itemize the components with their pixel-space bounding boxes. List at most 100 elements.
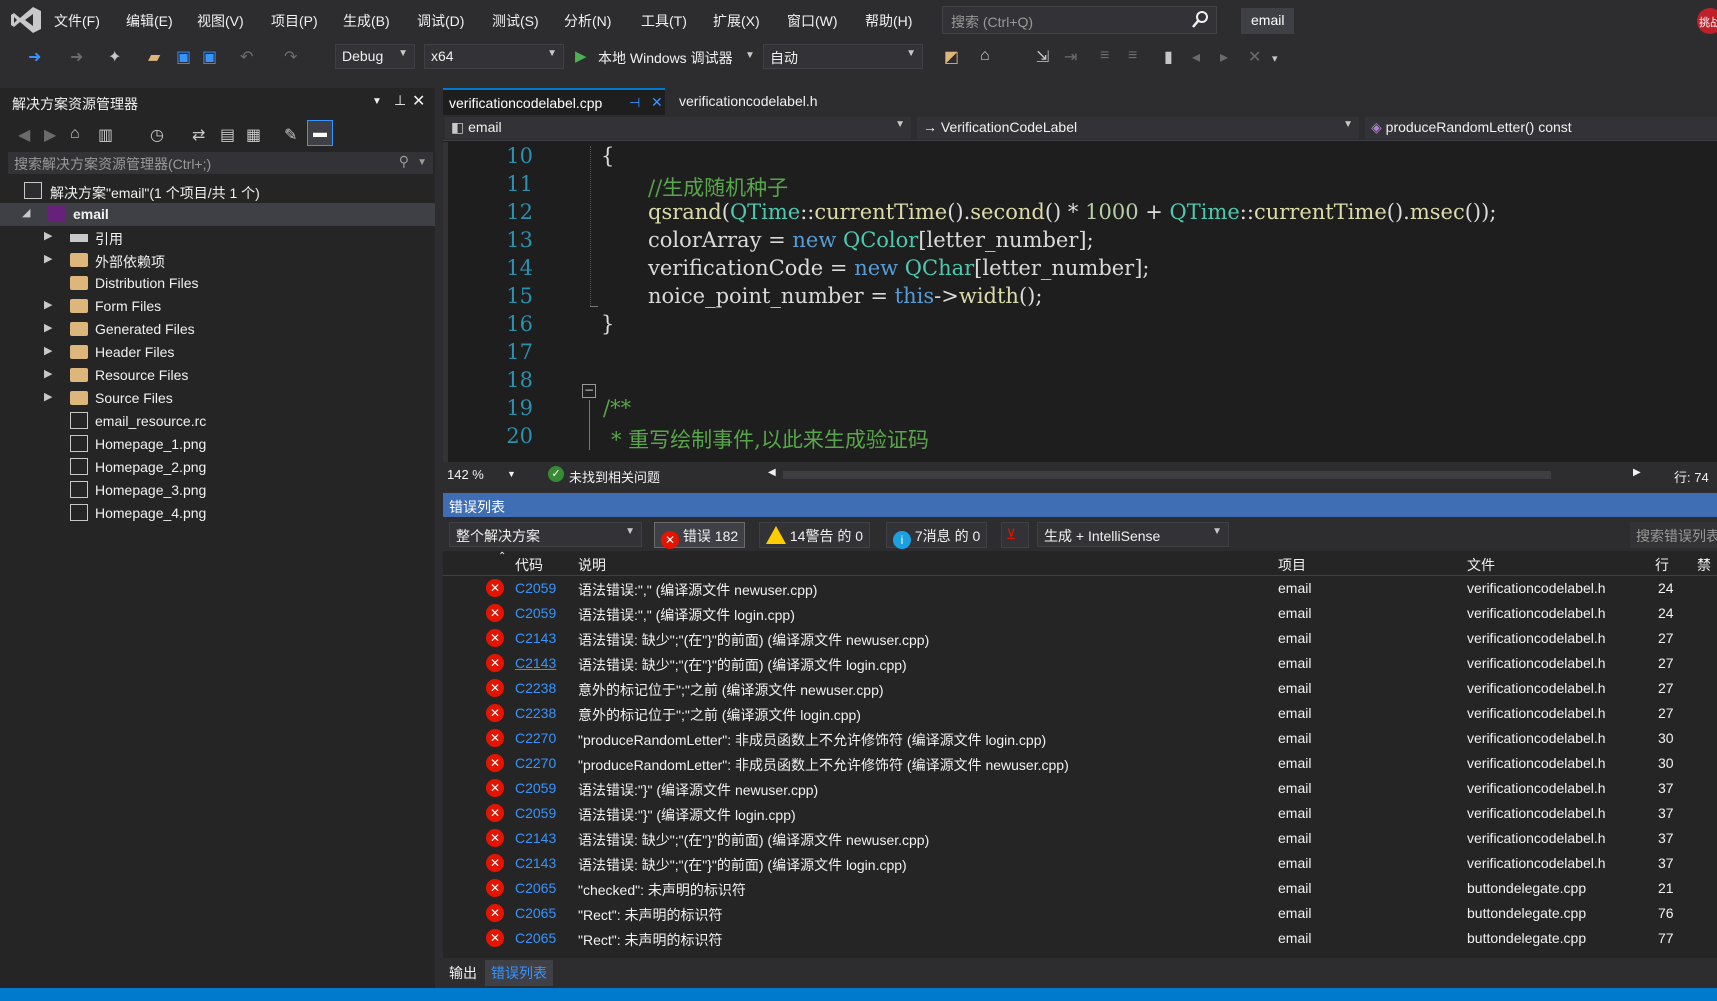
error-code-link[interactable]: C2270 <box>515 730 556 746</box>
clear-bookmarks-icon[interactable]: ✕ <box>1248 47 1261 67</box>
build-filter-select[interactable]: 生成 + IntelliSense ▼ <box>1037 522 1229 547</box>
save-icon[interactable]: ▣ <box>176 47 191 67</box>
menu-file[interactable]: 文件(F) <box>54 11 100 31</box>
uncomment-icon[interactable]: ≡ <box>1128 47 1137 65</box>
collapsed-arrow-icon[interactable]: ▶ <box>44 321 52 334</box>
solution-explorer-search-input[interactable]: 搜索解决方案资源管理器(Ctrl+;) ⚲ ▼ <box>8 152 433 174</box>
menu-help[interactable]: 帮助(H) <box>865 11 912 31</box>
switch-views-icon[interactable]: ▥ <box>98 125 113 145</box>
scroll-right-icon[interactable]: ▶ <box>1633 467 1641 478</box>
table-row[interactable]: ✕ C2143 语法错误: 缺少";"(在"}"的前面) (编译源文件 newuse… <box>443 626 1717 651</box>
error-code-link[interactable]: C2059 <box>515 580 556 596</box>
home-icon[interactable]: ⌂ <box>70 125 80 143</box>
scroll-left-icon[interactable]: ◀ <box>768 467 776 478</box>
step-into-icon[interactable]: ⇲ <box>1036 47 1049 67</box>
menu-extensions[interactable]: 扩展(X) <box>713 11 760 31</box>
table-row[interactable]: ✕ C2270 "produceRandomLetter": 非成员函数上不允许修饰… <box>443 726 1717 751</box>
back-icon[interactable]: ➜ <box>28 47 41 67</box>
nav-member-select[interactable]: ◈ produceRandomLetter() const <box>1365 117 1717 139</box>
table-row[interactable]: ✕ C2143 语法错误: 缺少";"(在"}"的前面) (编译源文件 login.… <box>443 651 1717 676</box>
table-row[interactable]: ✕ C2065 "checked": 未声明的标识符 email buttondeleg… <box>443 876 1717 901</box>
tree-item-folder[interactable]: ▶ Header Files <box>0 341 435 364</box>
quick-search-input[interactable]: 搜索 (Ctrl+Q) <box>942 6 1217 34</box>
warnings-filter-toggle[interactable]: 14警告 的 0 <box>759 522 871 548</box>
error-code-link[interactable]: C2143 <box>515 630 556 646</box>
error-code-link[interactable]: C2059 <box>515 805 556 821</box>
tree-item-folder[interactable]: ▶ Generated Files <box>0 318 435 341</box>
save-all-icon[interactable]: ▣ <box>202 47 217 67</box>
collapsed-arrow-icon[interactable]: ▶ <box>44 252 52 265</box>
close-icon[interactable]: ✕ <box>651 94 663 111</box>
collapsed-arrow-icon[interactable]: ▶ <box>44 344 52 357</box>
toolbar-overflow-icon[interactable]: ▾ <box>1272 52 1278 65</box>
code-area[interactable]: 10 11 12 13 14 15 16 17 18 19 20 − { //生… <box>443 142 1717 462</box>
tab-output[interactable]: 输出 <box>449 963 477 983</box>
menu-project[interactable]: 项目(P) <box>271 11 318 31</box>
collapsed-arrow-icon[interactable]: ▶ <box>44 229 52 242</box>
error-code-link[interactable]: C2065 <box>515 905 556 921</box>
debugger-mode-select[interactable]: 自动 ▼ <box>763 44 923 69</box>
column-header-file[interactable]: 文件 <box>1467 555 1495 575</box>
tab-verificationcodelabel-cpp[interactable]: verificationcodelabel.cpp ⊣ ✕ <box>443 88 665 115</box>
menu-debug[interactable]: 调试(D) <box>417 11 464 31</box>
zoom-level[interactable]: 142 % <box>447 467 484 482</box>
column-header-project[interactable]: 项目 <box>1278 555 1306 575</box>
column-header-code[interactable]: 代码 <box>515 555 543 575</box>
chevron-down-icon[interactable]: ▼ <box>745 50 755 61</box>
expanded-arrow-icon[interactable]: ◢ <box>22 206 30 219</box>
bookmark-icon[interactable]: ▮ <box>1164 47 1173 67</box>
find-in-files-icon[interactable]: ◩ <box>944 47 959 67</box>
tree-item-file[interactable]: Homepage_2.png <box>0 456 435 479</box>
sort-icon[interactable]: ⌃ <box>498 551 506 562</box>
horizontal-scrollbar[interactable] <box>783 471 1551 479</box>
collapsed-arrow-icon[interactable]: ▶ <box>44 390 52 403</box>
tree-item-file[interactable]: email_resource.rc <box>0 410 435 433</box>
table-row[interactable]: ✕ C2238 意外的标记位于";"之前 (编译源文件 newuser.cpp) em… <box>443 676 1717 701</box>
browser-home-icon[interactable]: ⌂ <box>980 47 990 65</box>
tree-item-folder[interactable]: ▶ Source Files <box>0 387 435 410</box>
column-header-line[interactable]: 行 <box>1655 555 1669 575</box>
new-project-icon[interactable]: ✦ <box>108 47 121 67</box>
forward-icon[interactable]: ▶ <box>44 125 56 145</box>
close-icon[interactable]: ✕ <box>412 91 425 111</box>
collapse-all-icon[interactable]: ▤ <box>220 125 235 145</box>
error-code-link[interactable]: C2065 <box>515 930 556 946</box>
error-code-link[interactable]: C2143 <box>515 830 556 846</box>
preview-selected-icon[interactable]: ▬ <box>307 120 333 146</box>
undo-icon[interactable]: ↶ <box>240 47 253 67</box>
show-all-files-icon[interactable]: ▦ <box>246 125 261 145</box>
issues-status[interactable]: 未找到相关问题 <box>569 467 660 486</box>
tree-item-file[interactable]: Homepage_3.png <box>0 479 435 502</box>
tab-verificationcodelabel-h[interactable]: verificationcodelabel.h <box>673 88 824 115</box>
errors-filter-toggle[interactable]: ✕ 错误 182 <box>654 522 746 549</box>
error-code-link[interactable]: C2065 <box>515 880 556 896</box>
error-code-link[interactable]: C2238 <box>515 705 556 721</box>
table-row[interactable]: ✕ C2059 语法错误:"," (编译源文件 newuser.cpp) email v… <box>443 576 1717 601</box>
user-avatar[interactable]: 挑战 <box>1697 8 1717 34</box>
comment-icon[interactable]: ≡ <box>1100 47 1109 65</box>
menu-build[interactable]: 生成(B) <box>343 11 390 31</box>
error-scope-select[interactable]: 整个解决方案 ▼ <box>449 522 642 547</box>
properties-wrench-icon[interactable]: ✎ <box>284 125 297 145</box>
pin-icon[interactable]: ⊥ <box>394 92 406 109</box>
error-code-link[interactable]: C2059 <box>515 605 556 621</box>
collapsed-arrow-icon[interactable]: ▶ <box>44 298 52 311</box>
menu-edit[interactable]: 编辑(E) <box>126 11 173 31</box>
redo-icon[interactable]: ↷ <box>284 47 297 67</box>
back-icon[interactable]: ◀ <box>18 125 30 145</box>
table-row[interactable]: ✕ C2238 意外的标记位于";"之前 (编译源文件 login.cpp) emai… <box>443 701 1717 726</box>
menu-test[interactable]: 测试(S) <box>492 11 539 31</box>
table-row[interactable]: ✕ C2059 语法错误:"," (编译源文件 login.cpp) email ver… <box>443 601 1717 626</box>
menu-analyze[interactable]: 分析(N) <box>564 11 611 31</box>
table-row[interactable]: ✕ C2059 语法错误:"}" (编译源文件 newuser.cpp) email v… <box>443 776 1717 801</box>
table-row[interactable]: ✕ C2065 "Rect": 未声明的标识符 email buttondelegate… <box>443 926 1717 951</box>
sync-icon[interactable]: ⇄ <box>192 125 205 145</box>
tree-item-folder[interactable]: Distribution Files <box>0 272 435 295</box>
nav-project-select[interactable]: ◧ email ▼ <box>445 117 911 139</box>
chevron-down-icon[interactable]: ▼ <box>507 469 516 479</box>
column-header-suppression[interactable]: 禁 <box>1697 555 1711 575</box>
forward-icon[interactable]: ➜ <box>70 47 83 67</box>
menu-view[interactable]: 视图(V) <box>197 11 244 31</box>
table-row[interactable]: ✕ C2143 语法错误: 缺少";"(在"}"的前面) (编译源文件 login.… <box>443 851 1717 876</box>
error-code-link[interactable]: C2143 <box>515 655 556 671</box>
